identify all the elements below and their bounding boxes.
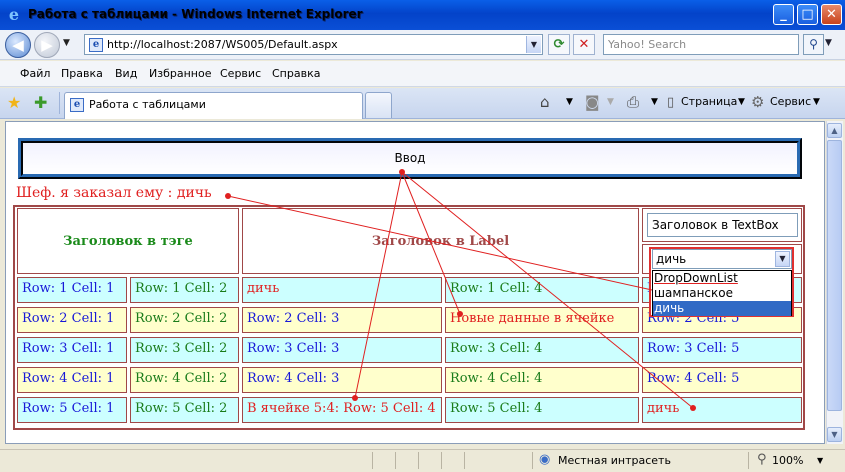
window-title: Работа с таблицами - Windows Internet Ex…	[28, 7, 363, 21]
status-bar	[0, 449, 845, 472]
close-button[interactable]: ✕	[821, 4, 842, 25]
dropdown-select[interactable]: дичь	[652, 249, 792, 269]
print-dropdown[interactable]: ▼	[651, 97, 658, 107]
zoom-icon: ⚲	[757, 452, 767, 467]
menu-help[interactable]: Справка	[272, 67, 320, 80]
table-cell: Row: 1 Cell: 2	[130, 277, 239, 303]
table-cell: Новые данные в ячейке	[445, 307, 639, 333]
ie-icon: e	[8, 5, 20, 24]
page-dropdown[interactable]: ▼	[738, 97, 745, 107]
search-placeholder: Yahoo! Search	[608, 38, 687, 51]
recent-pages-dropdown[interactable]: ▼	[63, 38, 70, 48]
dropdown-option[interactable]: шампанское	[653, 286, 791, 301]
address-dropdown[interactable]: ▼	[526, 36, 541, 53]
page-icon: e	[70, 98, 84, 112]
scroll-down-button[interactable]: ▼	[827, 427, 842, 442]
tools-menu[interactable]: Сервис	[770, 95, 811, 108]
scroll-up-button[interactable]: ▲	[827, 123, 842, 138]
menu-edit[interactable]: Правка	[61, 67, 103, 80]
table-cell: Row: 3 Cell: 4	[445, 337, 639, 363]
header-textbox[interactable]: Заголовок в TextBox	[647, 213, 798, 237]
table-cell: Row: 1 Cell: 4	[445, 277, 639, 303]
print-icon[interactable]: ⎙	[627, 93, 639, 111]
forward-button[interactable]: ▶	[34, 32, 60, 58]
table-cell: Row: 4 Cell: 2	[130, 367, 239, 393]
header-tag-cell: Заголовок в тэге	[17, 208, 239, 274]
dropdown-option-selected[interactable]: дичь	[653, 301, 791, 316]
forward-arrow-icon: ▶	[41, 36, 53, 54]
status-separator	[464, 452, 465, 469]
menu-favorites[interactable]: Избранное	[149, 67, 211, 80]
menu-file[interactable]: Файл	[20, 67, 50, 80]
gear-icon: ⚙	[751, 93, 765, 111]
favorites-star-icon[interactable]: ★	[7, 93, 21, 112]
table-cell: Row: 2 Cell: 3	[242, 307, 442, 333]
page-menu[interactable]: Страница	[681, 95, 737, 108]
status-separator	[748, 452, 749, 469]
table-cell: Row: 4 Cell: 3	[242, 367, 442, 393]
chef-label: Шеф. я заказал ему : дичь	[16, 185, 212, 201]
table-cell: Row: 5 Cell: 2	[130, 397, 239, 423]
back-arrow-icon: ◀	[12, 36, 24, 54]
header-label-cell: Заголовок в Label	[242, 208, 639, 274]
refresh-button[interactable]: ⟳	[548, 34, 570, 55]
zoom-dropdown[interactable]: ▼	[817, 456, 823, 465]
address-url[interactable]: http://localhost:2087/WS005/Default.aspx	[107, 38, 338, 51]
table-cell: Row: 3 Cell: 3	[242, 337, 442, 363]
input-button[interactable]: Ввод	[18, 138, 802, 179]
tab-separator	[59, 92, 60, 114]
rss-icon[interactable]: ◙	[585, 93, 600, 111]
tools-dropdown[interactable]: ▼	[813, 97, 820, 107]
table-cell: В ячейке 5:4: Row: 5 Cell: 4	[242, 397, 442, 423]
status-separator	[532, 452, 533, 469]
home-icon[interactable]: ⌂	[540, 93, 550, 111]
globe-icon: ◉	[539, 452, 551, 467]
dropdown-option[interactable]: DropDownList	[653, 271, 791, 286]
table-cell: Row: 4 Cell: 1	[17, 367, 127, 393]
search-button[interactable]: ⚲	[803, 34, 824, 55]
minimize-button[interactable]: _	[773, 4, 794, 25]
back-button[interactable]: ◀	[5, 32, 31, 58]
table-cell: Row: 5 Cell: 1	[17, 397, 127, 423]
table-cell: Row: 3 Cell: 5	[642, 337, 802, 363]
table-cell: дичь	[642, 397, 802, 423]
tab-label: Работа с таблицами	[89, 98, 206, 111]
status-separator	[441, 452, 442, 469]
status-separator	[395, 452, 396, 469]
new-tab-button[interactable]	[365, 92, 392, 118]
maximize-button[interactable]: □	[797, 4, 818, 25]
page-icon: e	[89, 38, 103, 52]
status-separator	[418, 452, 419, 469]
rss-dropdown[interactable]: ▼	[607, 97, 614, 107]
table-cell: Row: 4 Cell: 5	[642, 367, 802, 393]
add-favorite-icon[interactable]: ✚	[34, 93, 47, 112]
table-cell: Row: 1 Cell: 1	[17, 277, 127, 303]
table-cell: Row: 2 Cell: 1	[17, 307, 127, 333]
table-cell: Row: 3 Cell: 1	[17, 337, 127, 363]
stop-button[interactable]: ✕	[573, 34, 595, 55]
search-icon: ⚲	[809, 37, 818, 51]
menu-tools[interactable]: Сервис	[220, 67, 261, 80]
table-cell: Row: 4 Cell: 4	[445, 367, 639, 393]
table-cell: Row: 5 Cell: 4	[445, 397, 639, 423]
refresh-icon: ⟳	[553, 37, 565, 52]
search-options-dropdown[interactable]: ▼	[825, 38, 832, 48]
menu-view[interactable]: Вид	[115, 67, 137, 80]
table-cell: дичь	[242, 277, 442, 303]
status-separator	[372, 452, 373, 469]
page-icon: ▯	[667, 95, 675, 110]
zoom-level[interactable]: 100%	[772, 454, 803, 467]
chevron-down-icon[interactable]: ▼	[775, 251, 790, 267]
table-cell: Row: 3 Cell: 2	[130, 337, 239, 363]
security-zone[interactable]: Местная интрасеть	[558, 454, 671, 467]
home-dropdown[interactable]: ▼	[566, 97, 573, 107]
table-cell: Row: 2 Cell: 2	[130, 307, 239, 333]
scroll-thumb[interactable]	[827, 140, 842, 411]
stop-icon: ✕	[578, 37, 590, 52]
